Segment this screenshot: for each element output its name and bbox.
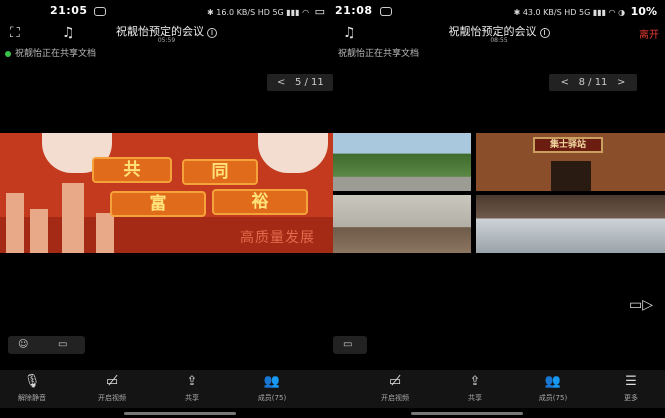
bluetooth-icon: ✱ <box>207 8 214 17</box>
slide-caption: 高质量发展 <box>240 230 315 246</box>
status-bar: 21:08 ✱ 43.0 KB/S HD 5G ▮▮▮ ◠ ◑ 10% <box>333 4 665 20</box>
wifi-icon: ◠ <box>302 8 310 17</box>
leave-button[interactable]: 离开 <box>639 26 659 41</box>
building-sign: 集士驿站 <box>533 137 603 153</box>
status-icons: ✱ 16.0 KB/S HD 5G ▮▮▮ ◠ ▭ <box>207 5 325 18</box>
members-icon: 👥 <box>263 374 281 389</box>
slide-photo-interior <box>476 195 665 253</box>
network-type: 5G <box>578 8 591 17</box>
signal-icon: ▮▮▮ <box>592 8 607 17</box>
start-video-button[interactable]: ▭̸ 开启视频 <box>365 374 425 403</box>
meeting-header: ⛶ ♫ 祝靓怡预定的会议 i 05:59 <box>0 22 333 46</box>
share-status: 祝靓怡正在共享文档 <box>5 46 96 59</box>
slide-photo-building: 集士驿站 <box>476 133 665 191</box>
slide-block: 富 <box>110 191 206 217</box>
camera-off-icon: ▭̸ <box>105 374 119 389</box>
status-time: 21:05 <box>50 4 88 17</box>
battery-saver-icon: ◑ <box>618 8 626 17</box>
slide-block: 同 <box>182 159 258 185</box>
net-rate: 43.0 KB/S <box>522 8 562 17</box>
page-indicator[interactable]: < 5 / 11 <box>267 74 333 91</box>
emoji-icon[interactable]: ☺ <box>18 339 28 350</box>
members-icon: 👥 <box>544 374 562 389</box>
sharing-dot-icon <box>5 50 11 57</box>
reaction-bar[interactable]: ☺ ▭ <box>8 336 85 354</box>
prev-page-icon[interactable]: < <box>277 77 285 88</box>
net-rate: 16.0 KB/S <box>216 8 256 17</box>
unmute-button[interactable]: 🎙 解除静音 <box>2 374 62 403</box>
current-page: 8 <box>578 77 585 88</box>
notification-pill-icon <box>380 7 392 16</box>
wifi-icon: ◠ <box>608 8 616 17</box>
mic-muted-icon: 🎙 <box>23 374 41 389</box>
members-button[interactable]: 👥 成员(75) <box>242 374 302 403</box>
home-indicator[interactable] <box>411 412 523 415</box>
page-indicator[interactable]: < 8 / 11 > <box>549 74 637 91</box>
chat-bar[interactable]: ▭ <box>333 336 367 354</box>
slide-block: 共 <box>92 157 172 183</box>
notification-pill-icon <box>94 7 106 16</box>
slide-block: 裕 <box>212 189 308 215</box>
meeting-timer: 05:59 <box>157 37 176 44</box>
prev-page-icon[interactable]: < <box>561 77 569 88</box>
current-page: 5 <box>294 77 302 88</box>
hd-badge: HD <box>564 8 577 17</box>
right-meeting-screen: 21:08 ✱ 43.0 KB/S HD 5G ▮▮▮ ◠ ◑ 10% ♫ 祝靓… <box>333 0 665 418</box>
meeting-header: ♫ 祝靓怡预定的会议 i 08:55 离开 <box>333 22 665 46</box>
chat-icon[interactable]: ▭ <box>58 339 67 350</box>
total-pages: 11 <box>594 77 608 88</box>
share-button[interactable]: ⇪ 共享 <box>162 374 222 403</box>
battery-level: 10% <box>630 5 657 18</box>
share-status: 祝靓怡正在共享文档 <box>338 49 420 59</box>
home-indicator[interactable] <box>124 412 236 415</box>
camera-off-icon: ▭̸ <box>388 374 402 389</box>
status-icons: ✱ 43.0 KB/S HD 5G ▮▮▮ ◠ ◑ 10% <box>514 5 657 18</box>
bluetooth-icon: ✱ <box>513 8 521 17</box>
switch-camera-icon[interactable]: ▭▷ <box>629 297 653 313</box>
signal-icon: ▮▮▮ <box>286 8 300 17</box>
slide-photo-wall <box>333 195 471 253</box>
share-icon: ⇪ <box>469 374 481 389</box>
hand-illustration <box>258 133 328 173</box>
network-type: 5G <box>272 8 284 17</box>
next-page-icon[interactable]: > <box>617 77 625 88</box>
status-bar: 21:05 ✱ 16.0 KB/S HD 5G ▮▮▮ ◠ ▭ <box>0 4 333 20</box>
hd-badge: HD <box>257 8 270 17</box>
members-button[interactable]: 👥 成员(75) <box>523 374 583 403</box>
meeting-timer: 08:55 <box>490 37 508 44</box>
more-button[interactable]: ☰ 更多 <box>601 374 661 403</box>
bottom-toolbar: 🎙 解除静音 ▭̸ 开启视频 ⇪ 共享 👥 成员(75) <box>0 370 333 408</box>
share-button[interactable]: ⇪ 共享 <box>445 374 505 403</box>
total-pages: 11 <box>311 77 324 88</box>
start-video-button[interactable]: ▭̸ 开启视频 <box>82 374 142 403</box>
status-time: 21:08 <box>335 4 373 17</box>
bottom-toolbar: ▭̸ 开启视频 ⇪ 共享 👥 成员(75) ☰ 更多 <box>333 370 665 408</box>
chat-icon[interactable]: ▭ <box>343 339 352 350</box>
battery-icon: ▭ <box>314 5 325 18</box>
shared-slide: 共 同 富 裕 高质量发展 <box>0 133 333 253</box>
menu-icon: ☰ <box>625 374 637 389</box>
slide-photo-trees <box>333 133 471 191</box>
left-meeting-screen: 21:05 ✱ 16.0 KB/S HD 5G ▮▮▮ ◠ ▭ ⛶ ♫ 祝靓怡预… <box>0 0 333 418</box>
share-icon: ⇪ <box>186 374 198 389</box>
